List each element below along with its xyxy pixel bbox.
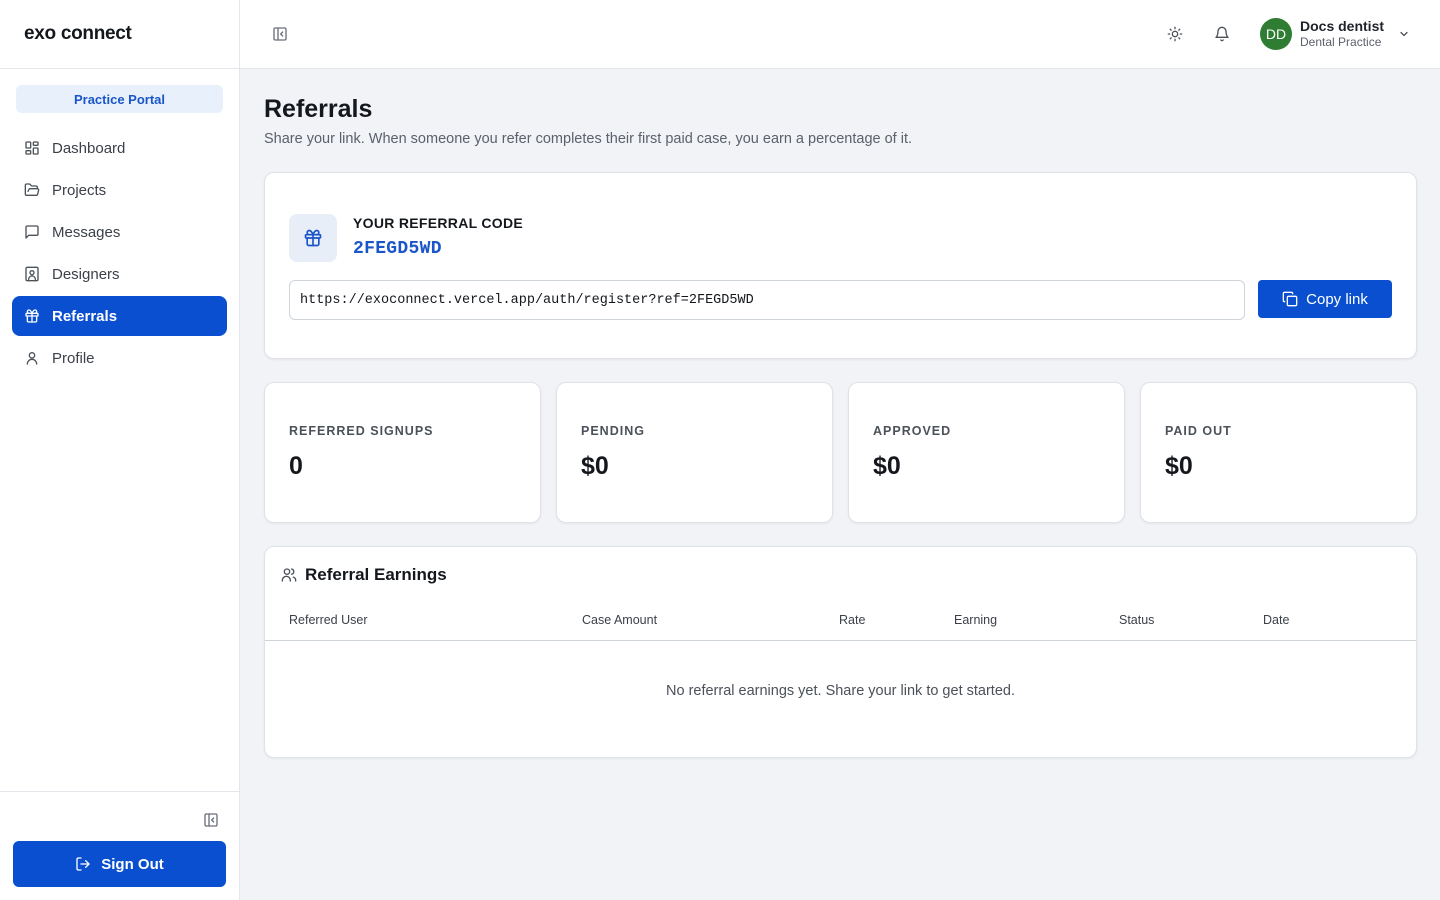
- stat-value: 0: [289, 452, 303, 480]
- stat-label: REFERRED SIGNUPS: [289, 424, 434, 438]
- sidebar-item-designers[interactable]: Designers: [12, 254, 227, 294]
- brand-logo[interactable]: exo connect: [0, 0, 239, 69]
- sidebar-toggle-icon[interactable]: [272, 26, 288, 42]
- folder-open-icon: [24, 182, 40, 198]
- stat-value: $0: [581, 452, 609, 480]
- column-header-earning[interactable]: Earning: [954, 613, 997, 627]
- earnings-header: Referral Earnings: [281, 565, 447, 585]
- column-header-rate[interactable]: Rate: [839, 613, 865, 627]
- message-square-icon: [24, 224, 40, 240]
- page-subtitle: Share your link. When someone you refer …: [264, 131, 913, 147]
- gift-icon: [24, 308, 40, 324]
- top-bar: DD Docs dentist Dental Practice: [240, 0, 1440, 69]
- users-icon: [281, 567, 297, 583]
- user-role: Dental Practice: [1300, 35, 1382, 49]
- sidebar-item-label: Projects: [52, 181, 107, 199]
- user-info: Docs dentist Dental Practice: [1300, 18, 1384, 50]
- sidebar-item-label: Designers: [52, 265, 120, 283]
- referral-code-value: 2FEGD5WD: [353, 239, 442, 259]
- chevron-down-icon: [1398, 28, 1410, 40]
- gift-icon-box: [289, 214, 337, 262]
- referral-earnings-card: Referral Earnings Referred User Case Amo…: [264, 546, 1417, 758]
- sidebar-item-label: Dashboard: [52, 139, 126, 157]
- referral-link-field[interactable]: [289, 280, 1245, 320]
- stat-value: $0: [1165, 452, 1193, 480]
- sidebar-footer: Sign Out: [0, 791, 239, 900]
- copy-icon: [1282, 291, 1298, 307]
- sidebar: exo connect Practice Portal Dashboard Pr…: [0, 0, 240, 900]
- layout-grid-icon: [24, 140, 40, 156]
- stat-label: PAID OUT: [1165, 424, 1232, 438]
- stat-card-approved: APPROVED $0: [848, 382, 1125, 523]
- sidebar-item-projects[interactable]: Projects: [12, 170, 227, 210]
- gift-icon: [303, 228, 323, 248]
- sidebar-item-label: Messages: [52, 223, 121, 241]
- avatar: DD: [1260, 18, 1292, 50]
- sidebar-item-messages[interactable]: Messages: [12, 212, 227, 252]
- log-out-icon: [75, 856, 91, 872]
- referral-code-card: YOUR REFERRAL CODE 2FEGD5WD Copy link: [264, 172, 1417, 359]
- stat-value: $0: [873, 452, 901, 480]
- column-header-referred-user[interactable]: Referred User: [289, 613, 368, 627]
- table-header: Referred User Case Amount Rate Earning S…: [265, 603, 1416, 641]
- sidebar-item-referrals[interactable]: Referrals: [12, 296, 227, 336]
- copy-link-label: Copy link: [1306, 290, 1368, 308]
- sidebar-item-dashboard[interactable]: Dashboard: [12, 128, 227, 168]
- stat-card-referred-signups: REFERRED SIGNUPS 0: [264, 382, 541, 523]
- referral-code-label: YOUR REFERRAL CODE: [353, 215, 524, 231]
- column-header-date[interactable]: Date: [1263, 613, 1289, 627]
- sidebar-item-profile[interactable]: Profile: [12, 338, 227, 378]
- panel-collapse-icon[interactable]: [203, 812, 219, 828]
- empty-state-message: No referral earnings yet. Share your lin…: [666, 683, 1015, 699]
- portal-badge: Practice Portal: [16, 85, 223, 113]
- sidebar-nav: Dashboard Projects Messages Designers Re…: [12, 128, 227, 380]
- column-header-case-amount[interactable]: Case Amount: [582, 613, 657, 627]
- user-menu[interactable]: DD Docs dentist Dental Practice: [1260, 17, 1410, 51]
- earnings-title: Referral Earnings: [305, 565, 447, 584]
- sidebar-item-label: Profile: [52, 349, 95, 367]
- contact-icon: [24, 266, 40, 282]
- copy-link-button[interactable]: Copy link: [1258, 280, 1392, 318]
- stat-card-paid-out: PAID OUT $0: [1140, 382, 1417, 523]
- sign-out-label: Sign Out: [101, 855, 164, 873]
- stat-card-pending: PENDING $0: [556, 382, 833, 523]
- stat-label: PENDING: [581, 424, 645, 438]
- stat-label: APPROVED: [873, 424, 952, 438]
- notifications-bell-icon[interactable]: [1214, 26, 1230, 42]
- sidebar-item-label: Referrals: [52, 307, 118, 325]
- column-header-status[interactable]: Status: [1119, 613, 1154, 627]
- page-title: Referrals: [264, 95, 373, 123]
- user-icon: [24, 350, 40, 366]
- user-name: Docs dentist: [1300, 18, 1385, 34]
- theme-toggle-sun-icon[interactable]: [1167, 26, 1183, 42]
- sign-out-button[interactable]: Sign Out: [13, 841, 226, 887]
